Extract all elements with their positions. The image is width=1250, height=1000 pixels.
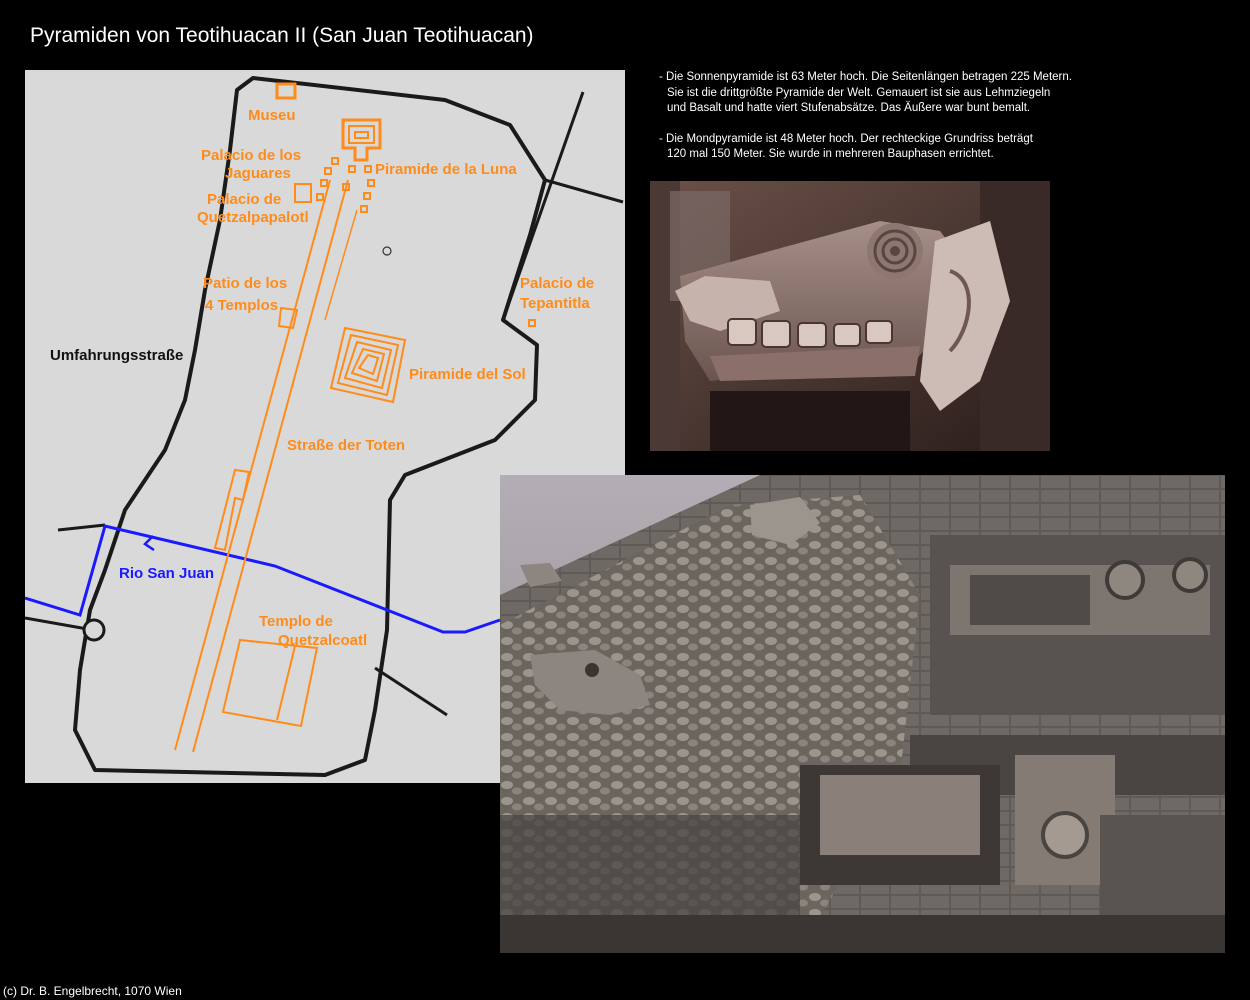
note-moon-pyramid: - Die Mondpyramide ist 48 Meter hoch. De… xyxy=(659,132,1033,161)
label-umfahrungsstrasse: Umfahrungsstraße xyxy=(50,347,183,364)
pyramid-moon xyxy=(341,118,382,162)
label-palacio-jaguares-2: Jaguares xyxy=(225,165,291,182)
monuments xyxy=(174,82,536,753)
page-title: Pyramiden von Teotihuacan II (San Juan T… xyxy=(30,24,534,47)
roundabout xyxy=(82,618,106,642)
label-templo-2: Quetzalcoatl xyxy=(278,632,367,649)
map-marker xyxy=(382,246,392,256)
museu-building xyxy=(275,82,297,100)
site-boundary-road xyxy=(73,76,547,777)
label-strasse-der-toten: Straße der Toten xyxy=(287,437,405,454)
label-patio-1: Patio de los xyxy=(203,275,287,292)
label-rio-san-juan: Rio San Juan xyxy=(119,565,214,582)
label-piramide-luna: Piramide de la Luna xyxy=(375,161,517,178)
serpent-head-photo xyxy=(650,181,1050,451)
label-tepantitla-1: Palacio de xyxy=(520,275,594,292)
pyramid-sun xyxy=(329,326,407,404)
temple-facade-photo xyxy=(500,475,1225,953)
label-patio-2: 4 Templos xyxy=(205,297,278,314)
copyright-footer: (c) Dr. B. Engelbrecht, 1070 Wien xyxy=(3,984,182,998)
label-palacio-jaguares-1: Palacio de los xyxy=(201,147,301,164)
label-tepantitla-2: Tepantitla xyxy=(520,295,590,312)
note-sun-pyramid: - Die Sonnenpyramide ist 63 Meter hoch. … xyxy=(659,71,1072,115)
label-piramide-sol: Piramide del Sol xyxy=(409,366,526,383)
label-palacio-quetzal-1: Palacio de xyxy=(207,191,281,208)
label-museu: Museu xyxy=(248,107,296,124)
label-templo-1: Templo de xyxy=(259,613,333,630)
label-palacio-quetzal-2: Quetzalpapalotl xyxy=(197,209,309,226)
river-arrow-icon xyxy=(143,535,155,552)
templo-quetzalcoatl xyxy=(221,638,319,728)
description-text: - Die Sonnenpyramide ist 63 Meter hoch. … xyxy=(651,70,1121,178)
